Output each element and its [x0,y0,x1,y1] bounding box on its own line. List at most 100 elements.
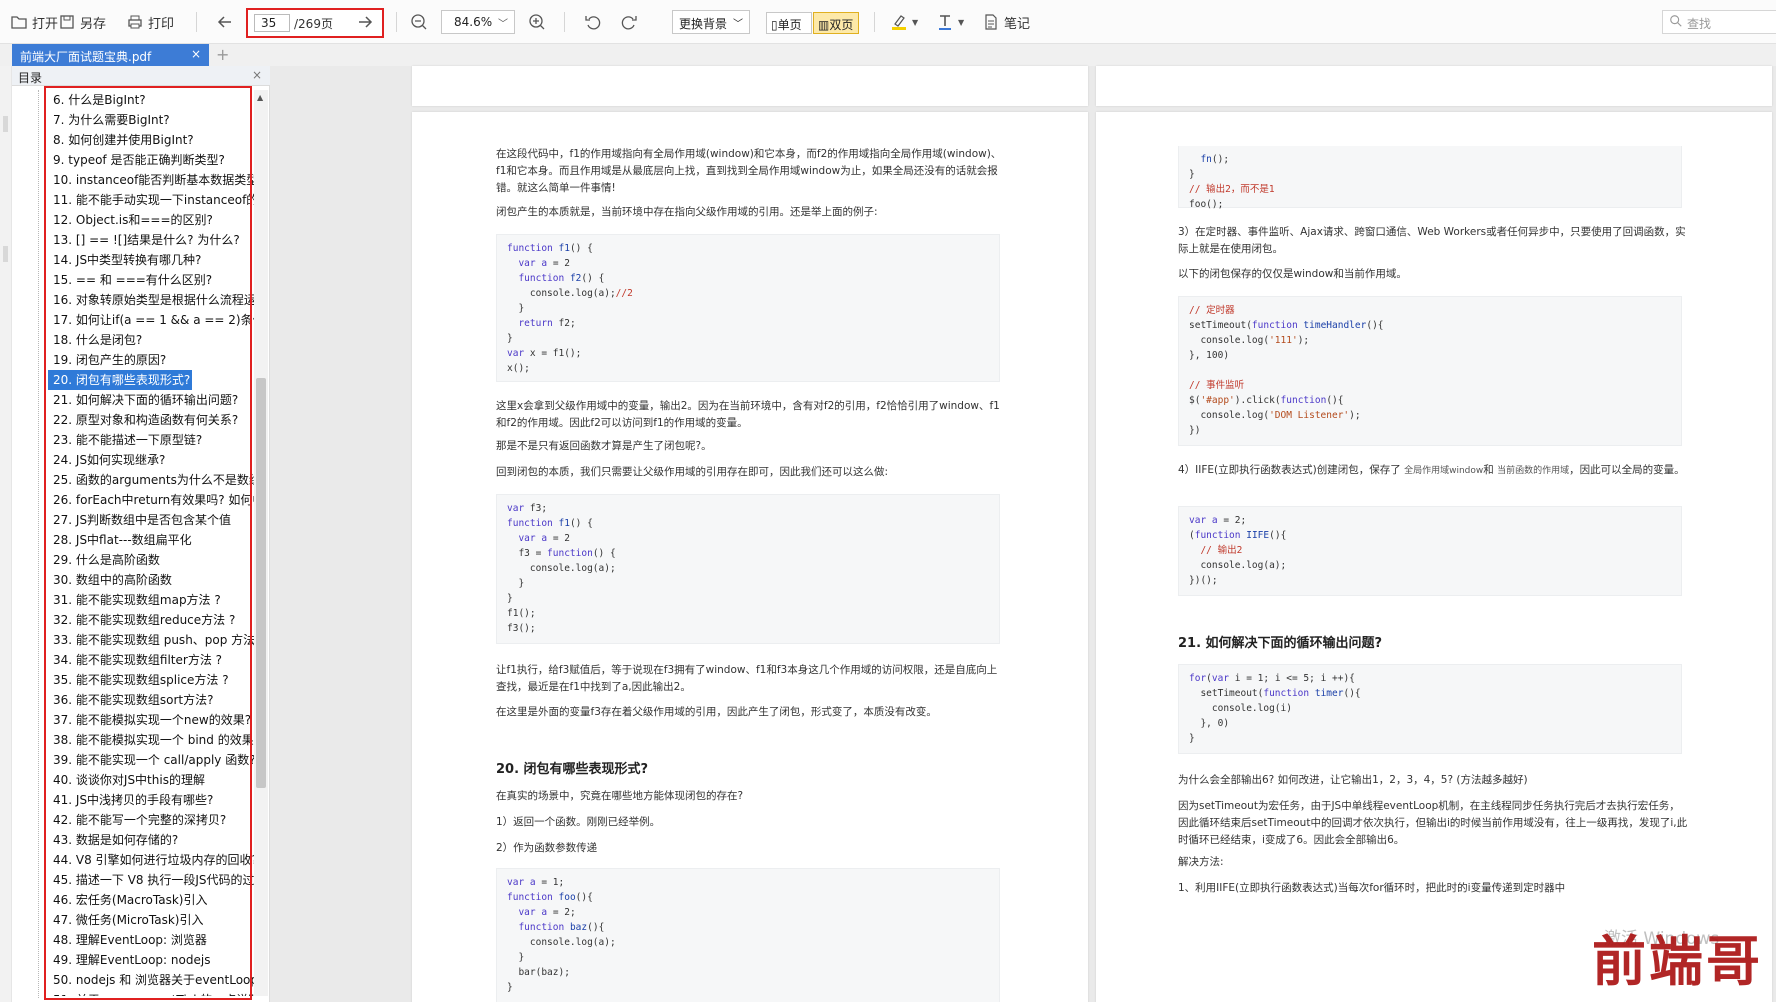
inline-code: 当前函数的作用域 [1497,466,1570,476]
paragraph: 让f1执行，给f3赋值后，等于说现在f3拥有了window、f1和f3本身这几个… [496,664,998,693]
search-icon [1670,15,1682,27]
code-block: var f3; function f1() { var a = 2 f3 = f… [496,494,1000,644]
chevron-down-icon: ﹀ [498,19,508,30]
double-page-icon: ▥ [818,18,830,32]
toc-sidebar: 目录 × 6. 什么是BigInt? 7. 为什么需要BigInt? 8. 如何创建… [12,66,270,1002]
zoom-in-icon [529,14,545,30]
inline-code: 全局作用域window [1404,466,1484,476]
rotate-left-button[interactable] [584,10,602,34]
paragraph: 为什么会全部输出6? 如何改进，让它输出1，2，3，4，5? (方法越多越好) [1178,774,1528,786]
single-page-button[interactable]: ▯单页 [766,12,812,34]
paragraph: 回到闭包的本质，我们只需要让父级作用域的引用存在即可，因此我们还可以这么做: [496,466,889,478]
zoom-select[interactable]: 84.6% ﹀ [441,10,515,34]
arrow-left-icon [217,16,231,28]
code-block: fn(); } // 输出2，而不是1 foo(); [1178,146,1682,210]
arrow-right-icon [359,16,373,28]
saveas-button[interactable]: 另存 [58,10,106,34]
new-tab-button[interactable]: + [216,45,229,64]
toc-title: 目录 [18,71,43,85]
pdf-page-previous-left [412,66,1088,106]
chevron-down-icon: ﹀ [733,19,743,30]
single-page-label: 单页 [777,18,802,32]
page-number-input[interactable]: 35 [254,14,290,32]
double-page-label: 双页 [829,18,854,32]
close-tab-button[interactable]: × [191,47,201,61]
paragraph: 3）在定时器、事件监听、Ajax请求、跨窗口通信、Web Workers或者任何… [1178,226,1686,255]
paragraph: 闭包产生的本质就是，当前环境中存在指向父级作用域的引用。还是举上面的例子: [496,206,878,218]
pdf-page-previous-right [1096,66,1772,106]
divider [196,12,197,32]
paragraph: 在真实的场景中，究竟在哪些地方能体现闭包的存在? [496,790,744,802]
next-page-button[interactable] [356,13,374,34]
divider [874,12,875,32]
paragraph: 4）IIFE(立即执行函数表达式)创建闭包，保存了 全局作用域window和 当… [1178,462,1688,480]
notes-label: 笔记 [1004,16,1031,32]
print-label: 打印 [148,16,175,32]
paragraph: 因为setTimeout为宏任务，由于JS中单线程eventLoop机制，在主线… [1178,800,1688,846]
close-sidebar-button[interactable]: × [252,68,262,82]
paragraph: 1、利用IIFE(立即执行函数表达式)当每次for循环时，把此时的i变量传递到定… [1178,882,1566,894]
pdf-page-right: fn(); } // 输出2，而不是1 foo(); 3）在定时器、事件监听、A… [1096,112,1772,1002]
scroll-up-arrow-icon[interactable]: ▲ [257,93,263,102]
text-icon [939,15,951,30]
side-rail [0,66,12,1002]
zoom-out-icon [411,14,427,30]
rail-handle[interactable] [3,246,8,262]
tree-line [38,90,39,998]
chevron-down-icon: ▼ [958,17,965,27]
paragraph: 以下的闭包保存的仅仅是window和当前作用域。 [1178,268,1407,280]
search-input[interactable]: 查找 [1662,10,1776,34]
code-block: for(var i = 1; i <= 5; i ++){ setTimeout… [1178,664,1682,754]
page-navigator: 35 /269页 [246,8,384,38]
pdf-page-left: 在这段代码中，f1的作用域指向有全局作用域(window)和它本身，而f2的作用… [412,112,1088,1002]
code-block: function f1() { var a = 2 function f2() … [496,234,1000,382]
notes-button[interactable]: 笔记 [982,10,1030,34]
rotate-right-button[interactable] [620,10,638,34]
code-block: // 定时器 setTimeout(function timeHandler()… [1178,296,1682,446]
highlight-frame [44,86,252,1000]
print-button[interactable]: 打印 [126,10,174,34]
chevron-down-icon: ▼ [912,17,919,27]
rotate-right-icon [621,16,637,30]
zoom-in-button[interactable] [528,10,546,34]
saveas-label: 另存 [80,16,107,32]
code-block: var a = 2; (function IIFE(){ // 输出2 cons… [1178,506,1682,596]
paragraph: 1）返回一个函数。刚刚已经举例。 [496,816,661,828]
section-heading: 21. 如何解决下面的循环输出问题? [1178,636,1383,651]
toolbar: 打开 另存 打印 35 /269页 84.6% ﹀ 更换背景 ﹀ ▯单页 ▥双页… [0,0,1776,44]
open-label: 打开 [32,16,59,32]
paragraph: 在这里是外面的变量f3存在着父级作用域的引用，因此产生了闭包，形式变了，本质没有… [496,706,937,718]
toc-header: 目录 × [12,66,270,86]
tab-title: 前端大厂面试题宝典.pdf [20,50,152,64]
search-placeholder: 查找 [1687,17,1712,31]
background-label: 更换背景 [679,17,728,31]
paragraph: 这里x会拿到父级作用域中的变量，输出2。因为在当前环境中，含有对f2的引用，f2… [496,400,1000,429]
brand-stamp: 前端哥 [1592,929,1763,993]
rail-handle[interactable] [3,116,8,132]
double-page-button[interactable]: ▥双页 [813,12,859,34]
text-run: ，因此可以全局的变量。 [1569,464,1685,476]
note-icon [985,14,997,30]
document-viewport: 在这段代码中，f1的作用域指向有全局作用域(window)和它本身，而f2的作用… [270,66,1776,1002]
background-select[interactable]: 更换背景 ﹀ [672,10,750,34]
single-page-icon: ▯ [771,18,778,32]
text-tool-button[interactable]: ▼ [936,10,964,34]
zoom-value: 84.6% [454,15,493,29]
open-button[interactable]: 打开 [10,10,58,34]
tab-document[interactable]: 前端大厂面试题宝典.pdf × [12,44,209,66]
prev-page-button[interactable] [216,10,234,34]
section-heading: 20. 闭包有哪些表现形式? [496,762,649,777]
toc-scroll-thumb[interactable] [256,378,266,788]
page-total: /269页 [294,17,333,31]
zoom-out-button[interactable] [410,10,428,34]
folder-icon [11,16,27,29]
rotate-left-icon [585,16,601,30]
printer-icon [128,15,142,29]
save-icon [60,15,74,29]
text-run: 4）IIFE(立即执行函数表达式)创建闭包，保存了 [1178,464,1401,476]
divider [564,12,565,32]
highlighter-icon [892,15,906,30]
paragraph: 那是不是只有返回函数才算是产生了闭包呢?。 [496,440,712,452]
highlight-button[interactable]: ▼ [890,10,918,34]
divider [396,12,397,32]
